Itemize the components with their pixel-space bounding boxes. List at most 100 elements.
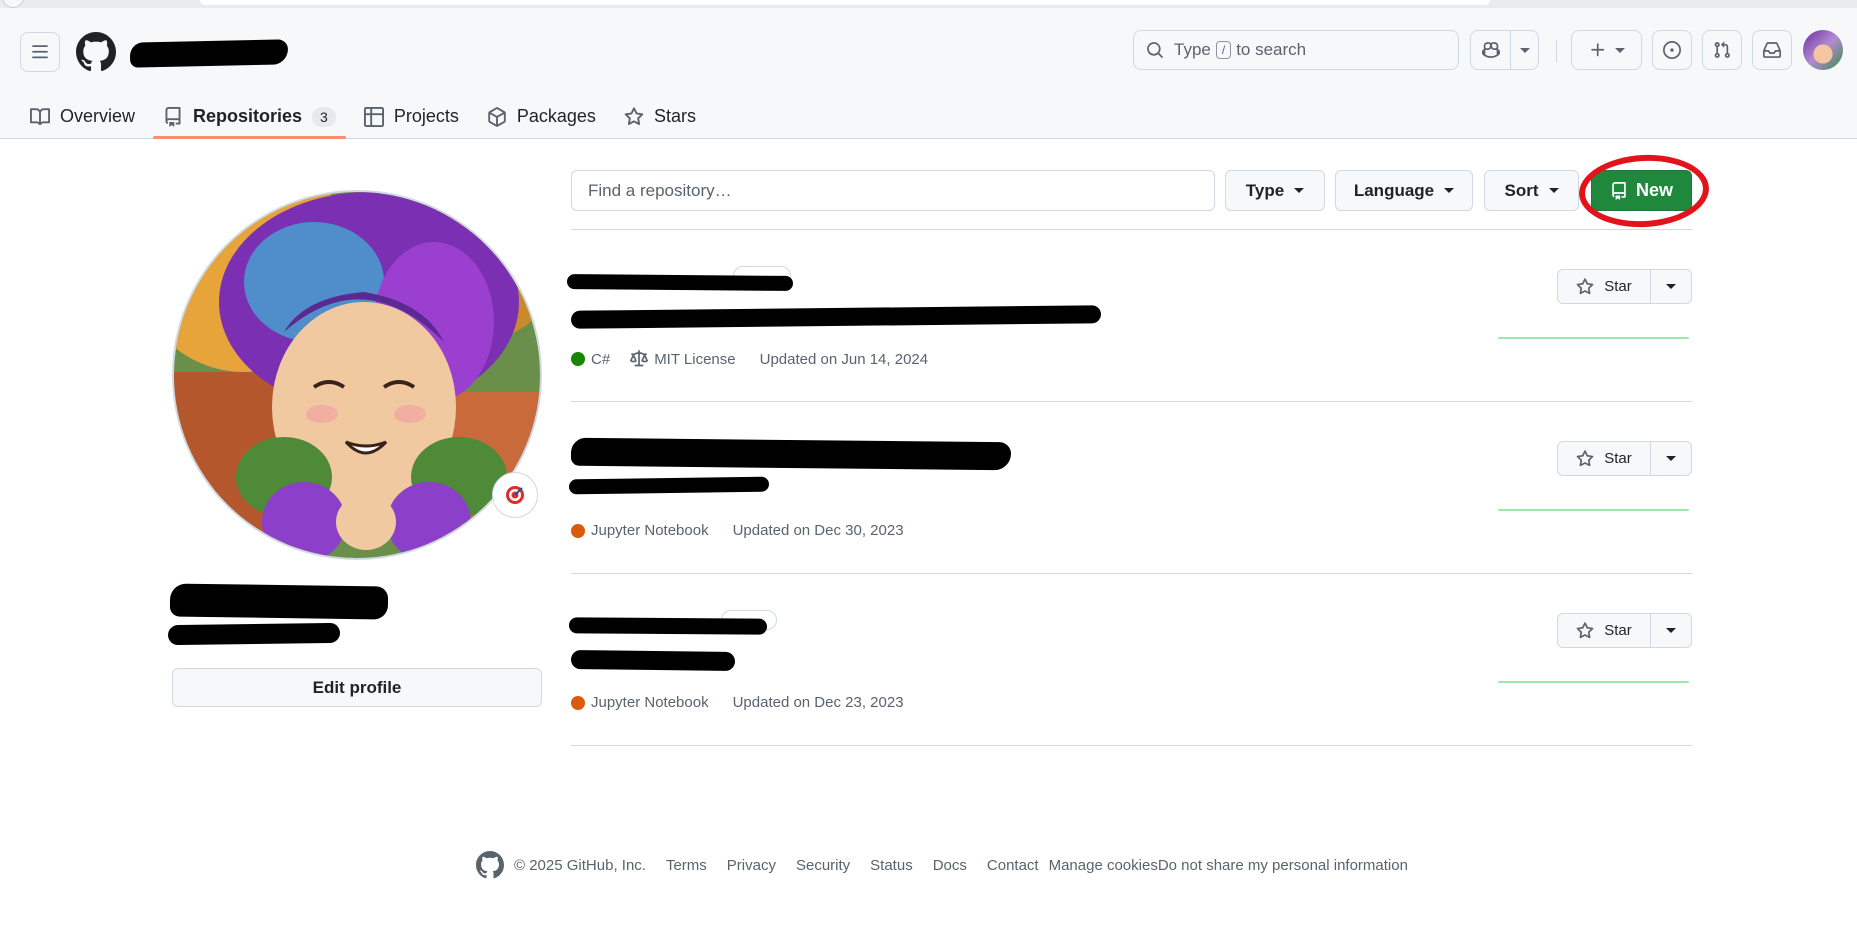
github-logo-icon[interactable] <box>76 32 116 72</box>
site-footer: © 2025 GitHub, Inc. Terms Privacy Securi… <box>476 850 1408 880</box>
star-label: Star <box>1604 622 1632 639</box>
tab-label: Projects <box>393 106 459 126</box>
issues-button[interactable] <box>1652 30 1692 70</box>
dart-icon <box>506 486 524 504</box>
license-label: MIT License <box>654 350 736 368</box>
search-shortcut-key: / <box>1215 41 1232 59</box>
triangle-down-icon <box>1666 628 1676 633</box>
browser-active-tab <box>200 0 1490 5</box>
activity-sparkline <box>1498 681 1689 683</box>
tab-overview[interactable]: Overview <box>20 94 145 139</box>
search-hint-prefix: Type <box>1174 40 1211 59</box>
create-new-button[interactable] <box>1571 30 1642 70</box>
profile-avatar[interactable] <box>172 190 542 560</box>
footer-link-security[interactable]: Security <box>796 857 850 874</box>
sort-button[interactable]: Sort <box>1484 170 1579 211</box>
tab-label: Overview <box>60 106 136 126</box>
language-color-dot <box>571 695 585 710</box>
plus-icon <box>1590 43 1604 57</box>
triangle-down-icon <box>1519 47 1530 53</box>
new-repository-button[interactable]: New <box>1591 170 1692 211</box>
star-icon <box>624 106 644 125</box>
github-mark-icon[interactable] <box>476 851 504 879</box>
copilot-icon <box>1481 42 1500 58</box>
footer-link-terms[interactable]: Terms <box>666 857 707 874</box>
triangle-down-icon <box>1666 456 1676 461</box>
tab-repositories[interactable]: Repositories 3 <box>153 94 346 139</box>
copilot-button-group <box>1470 30 1539 70</box>
repo-language: C# <box>591 350 611 368</box>
notifications-button[interactable] <box>1752 30 1792 70</box>
footer-link-contact[interactable]: Contact <box>987 857 1039 874</box>
redacted-display-name <box>169 583 389 620</box>
search-hint-suffix: to search <box>1236 40 1307 59</box>
type-filter-button[interactable]: Type <box>1225 170 1325 211</box>
tab-packages[interactable]: Packages <box>477 94 606 139</box>
star-button[interactable]: Star <box>1558 614 1650 647</box>
find-repository-input[interactable] <box>571 170 1215 211</box>
footer-link-do-not-share[interactable]: Do not share my personal information <box>1158 857 1408 874</box>
pull-requests-button[interactable] <box>1702 30 1742 70</box>
repo-meta: Jupyter Notebook Updated on Dec 30, 2023 <box>571 522 904 539</box>
repo-icon <box>165 106 181 127</box>
star-list-dropdown[interactable] <box>1650 614 1691 647</box>
license-link[interactable]: MIT License <box>630 350 736 368</box>
repo-meta: Jupyter Notebook Updated on Dec 23, 2023 <box>571 694 904 711</box>
repo-icon <box>1612 181 1626 200</box>
redacted-description <box>570 305 1102 329</box>
language-color-dot <box>571 352 585 366</box>
global-search-input[interactable]: Type / to search <box>1133 30 1459 70</box>
footer-link-status[interactable]: Status <box>870 857 913 874</box>
star-icon <box>1576 449 1594 466</box>
star-button[interactable]: Star <box>1558 270 1650 303</box>
updated-date: Updated on Dec 30, 2023 <box>732 522 904 539</box>
new-button-label: New <box>1635 180 1673 200</box>
hamburger-icon <box>32 45 48 59</box>
repo-meta: C# MIT License Updated on Jun 14, 2024 <box>571 350 928 368</box>
redacted-repo-name <box>570 437 1012 471</box>
user-avatar[interactable] <box>1803 30 1843 70</box>
issue-opened-icon <box>1663 41 1681 59</box>
star-button-group: Star <box>1557 269 1692 304</box>
star-button[interactable]: Star <box>1558 442 1650 475</box>
star-list-dropdown[interactable] <box>1650 270 1691 303</box>
redacted-login-name <box>167 622 341 646</box>
search-icon <box>1147 42 1163 58</box>
avatar-illustration <box>174 192 540 558</box>
language-filter-button[interactable]: Language <box>1335 170 1473 211</box>
updated-date: Updated on Jun 14, 2024 <box>759 350 929 368</box>
browser-tab-edge <box>2 0 24 8</box>
language-filter-label: Language <box>1353 180 1435 200</box>
triangle-down-icon <box>1548 188 1559 193</box>
sort-label: Sort <box>1504 180 1539 200</box>
repo-language: Jupyter Notebook <box>591 522 709 539</box>
status-emoji-button[interactable] <box>492 472 538 518</box>
footer-link-privacy[interactable]: Privacy <box>727 857 776 874</box>
footer-link-docs[interactable]: Docs <box>933 857 967 874</box>
redacted-description <box>570 649 736 672</box>
updated-date: Updated on Dec 23, 2023 <box>732 694 904 711</box>
copilot-button[interactable] <box>1471 31 1510 69</box>
star-label: Star <box>1604 450 1632 467</box>
package-icon <box>488 106 506 127</box>
redacted-username <box>129 39 289 68</box>
triangle-down-icon <box>1444 188 1455 193</box>
triangle-down-icon <box>1294 188 1305 193</box>
copilot-menu-button[interactable] <box>1510 31 1538 69</box>
star-button-group: Star <box>1557 441 1692 476</box>
tab-projects[interactable]: Projects <box>354 94 469 139</box>
copyright: © 2025 GitHub, Inc. <box>514 856 646 874</box>
tab-label: Repositories <box>193 106 303 126</box>
book-icon <box>30 107 50 125</box>
redacted-description <box>568 476 770 495</box>
edit-profile-button[interactable]: Edit profile <box>172 668 542 707</box>
inbox-icon <box>1763 42 1781 58</box>
footer-link-manage-cookies[interactable]: Manage cookies <box>1049 857 1158 874</box>
star-list-dropdown[interactable] <box>1650 442 1691 475</box>
activity-sparkline <box>1498 337 1689 339</box>
repo-list-item: Jupyter Notebook Updated on Dec 23, 2023… <box>568 574 1692 746</box>
tab-label: Stars <box>653 106 696 126</box>
repo-list-item: C# MIT License Updated on Jun 14, 2024 S… <box>566 230 1692 402</box>
tab-stars[interactable]: Stars <box>614 94 706 139</box>
menu-button[interactable] <box>20 32 60 72</box>
